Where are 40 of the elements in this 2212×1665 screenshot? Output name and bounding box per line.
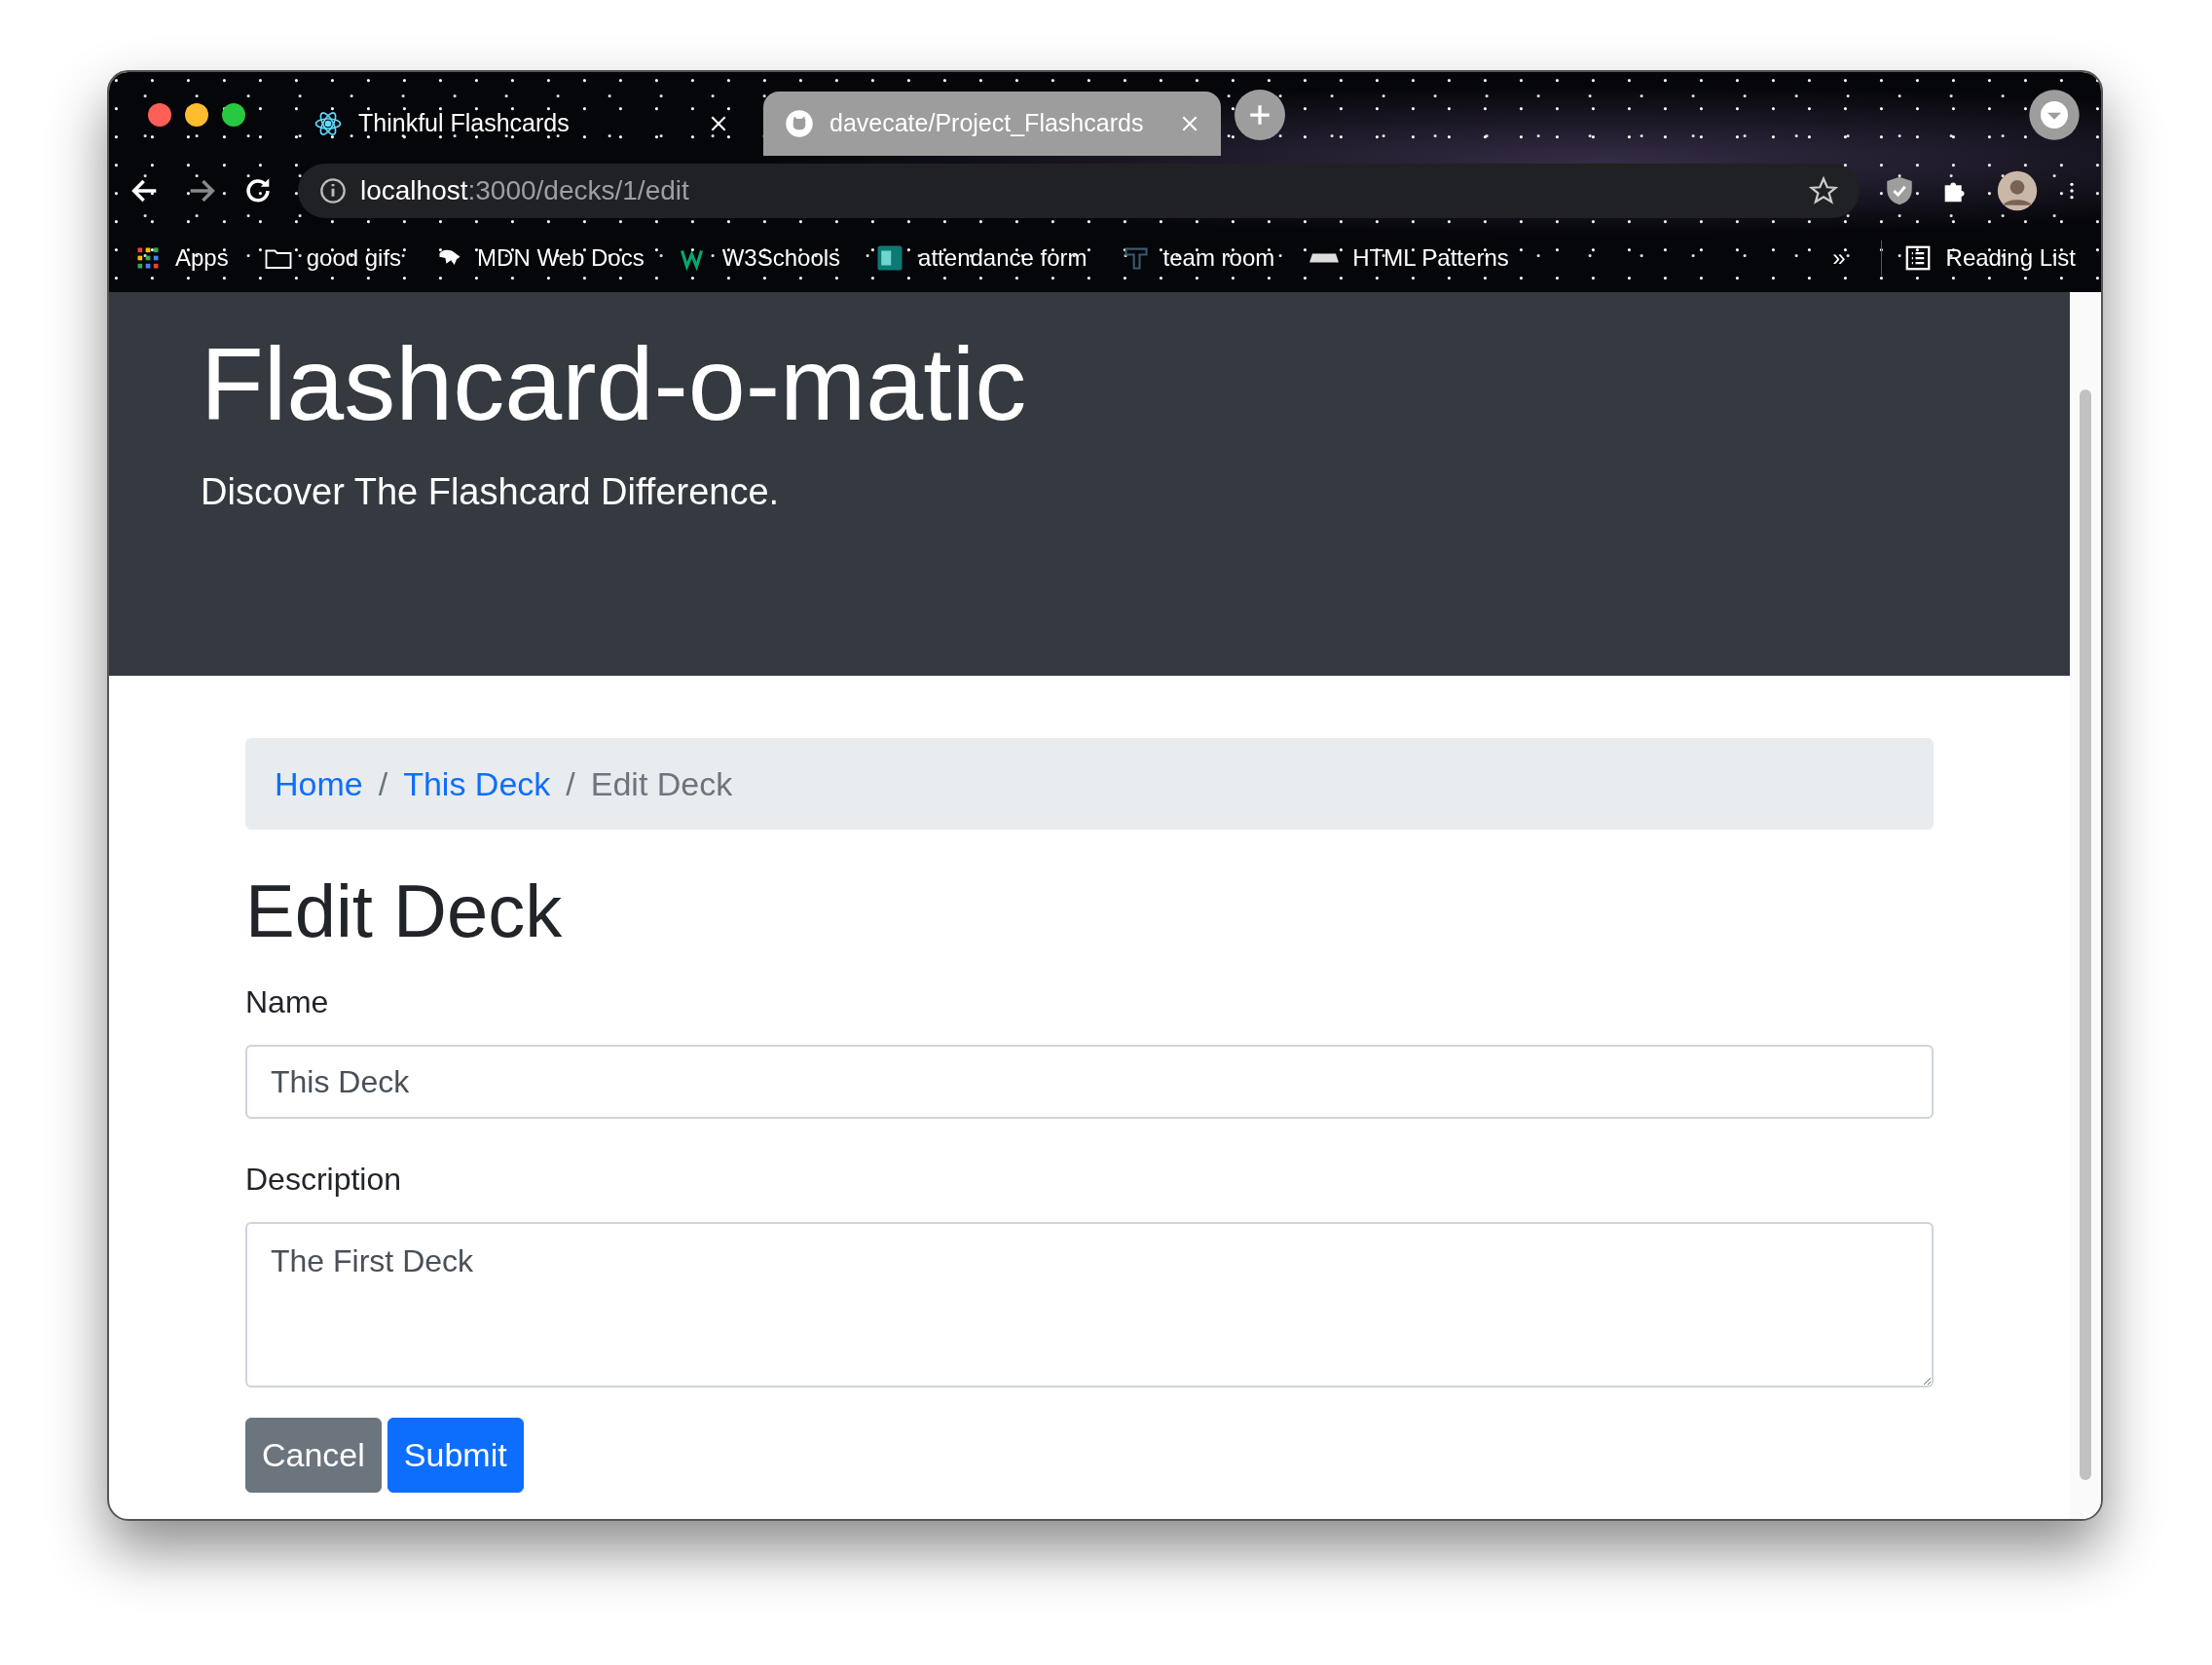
avatar-icon[interactable]: [1996, 169, 2039, 212]
submit-button[interactable]: Submit: [387, 1418, 524, 1494]
bookmark[interactable]: attendance form: [875, 240, 1088, 276]
site-tagline: Discover The Flashcard Difference.: [201, 469, 781, 514]
field-label: Description: [245, 1161, 403, 1200]
breadcrumb-link[interactable]: Home: [275, 758, 363, 809]
bookmark[interactable]: Apps: [134, 240, 229, 276]
site-title: Flashcard-o-matic: [201, 327, 1028, 441]
bookmark[interactable]: HTML Patterns: [1309, 240, 1509, 276]
cat-icon: [785, 109, 814, 138]
form-icon: [875, 243, 905, 273]
browser-tab[interactable]: Thinkful Flashcards: [292, 92, 750, 156]
window-control-icon[interactable]: [222, 103, 245, 127]
address-bar[interactable]: localhost:3000/decks/1/edit: [298, 164, 1860, 218]
bookmark[interactable]: MDN Web Docs: [436, 240, 645, 276]
cancel-button[interactable]: Cancel: [245, 1418, 382, 1494]
bookmark[interactable]: W3Schools: [679, 240, 841, 276]
overflow-button[interactable]: »: [1832, 240, 1846, 276]
bookmark[interactable]: team room: [1122, 240, 1275, 276]
window-control-icon[interactable]: [148, 103, 171, 127]
field-label: Name: [245, 983, 330, 1022]
dropdown-icon[interactable]: [2027, 88, 2082, 142]
plus-icon: [1247, 102, 1272, 128]
textarea-field[interactable]: The First Deck: [245, 1222, 1934, 1388]
scrollbar[interactable]: [2070, 292, 2101, 1519]
breadcrumb-current: Edit Deck: [590, 763, 733, 804]
input-field[interactable]: This Deck: [245, 1045, 1934, 1120]
breadcrumb-separator: /: [566, 763, 575, 804]
window-control-icon[interactable]: [185, 103, 208, 127]
url-text: localhost:3000/decks/1/edit: [360, 174, 689, 207]
bookmark[interactable]: good gifs: [263, 240, 402, 276]
page-heading: Edit Deck: [245, 869, 564, 954]
breadcrumb-separator: /: [378, 763, 388, 804]
reading-list-button[interactable]: Reading List: [1880, 240, 2076, 276]
close-icon[interactable]: [709, 114, 728, 133]
new-tab-button[interactable]: [1235, 90, 1285, 140]
breadcrumb-link[interactable]: This Deck: [403, 758, 551, 809]
info-icon: [319, 177, 347, 204]
atom-icon: [313, 109, 343, 138]
star-icon[interactable]: [1809, 176, 1838, 205]
